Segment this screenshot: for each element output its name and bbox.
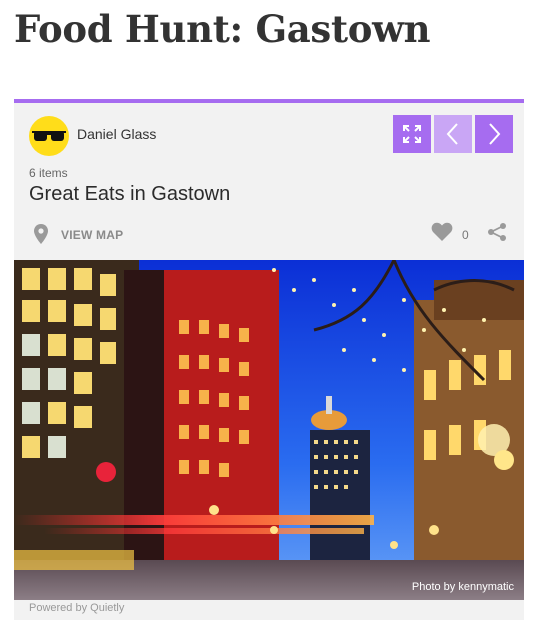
photo-credit: Photo by kennymatic <box>412 581 515 593</box>
list-title[interactable]: Great Eats in Gastown <box>29 181 230 207</box>
sunglasses-icon <box>32 131 66 141</box>
next-button[interactable] <box>475 115 513 153</box>
page-title: Food Hunt: Gastown <box>14 7 431 51</box>
expand-icon <box>403 125 421 143</box>
expand-button[interactable] <box>393 115 431 153</box>
chevron-right-icon <box>489 123 501 145</box>
share-icon[interactable] <box>487 222 507 242</box>
avatar[interactable] <box>29 116 69 156</box>
previous-button[interactable] <box>434 115 472 153</box>
list-card: Daniel Glass 6 items Great Eats in Gasto… <box>14 99 524 620</box>
item-count: 6 items <box>29 166 68 180</box>
like-count: 0 <box>462 228 469 242</box>
chevron-left-icon <box>446 123 458 145</box>
powered-by-link[interactable]: Powered by Quietly <box>29 602 124 614</box>
map-pin-icon[interactable] <box>34 224 48 244</box>
gastown-street-photo: Photo by kennymatic <box>14 260 524 600</box>
featured-photo[interactable]: Photo by kennymatic <box>14 260 524 600</box>
heart-icon[interactable] <box>431 222 453 242</box>
view-map-link[interactable]: VIEW MAP <box>61 228 123 242</box>
author-name[interactable]: Daniel Glass <box>77 126 156 142</box>
